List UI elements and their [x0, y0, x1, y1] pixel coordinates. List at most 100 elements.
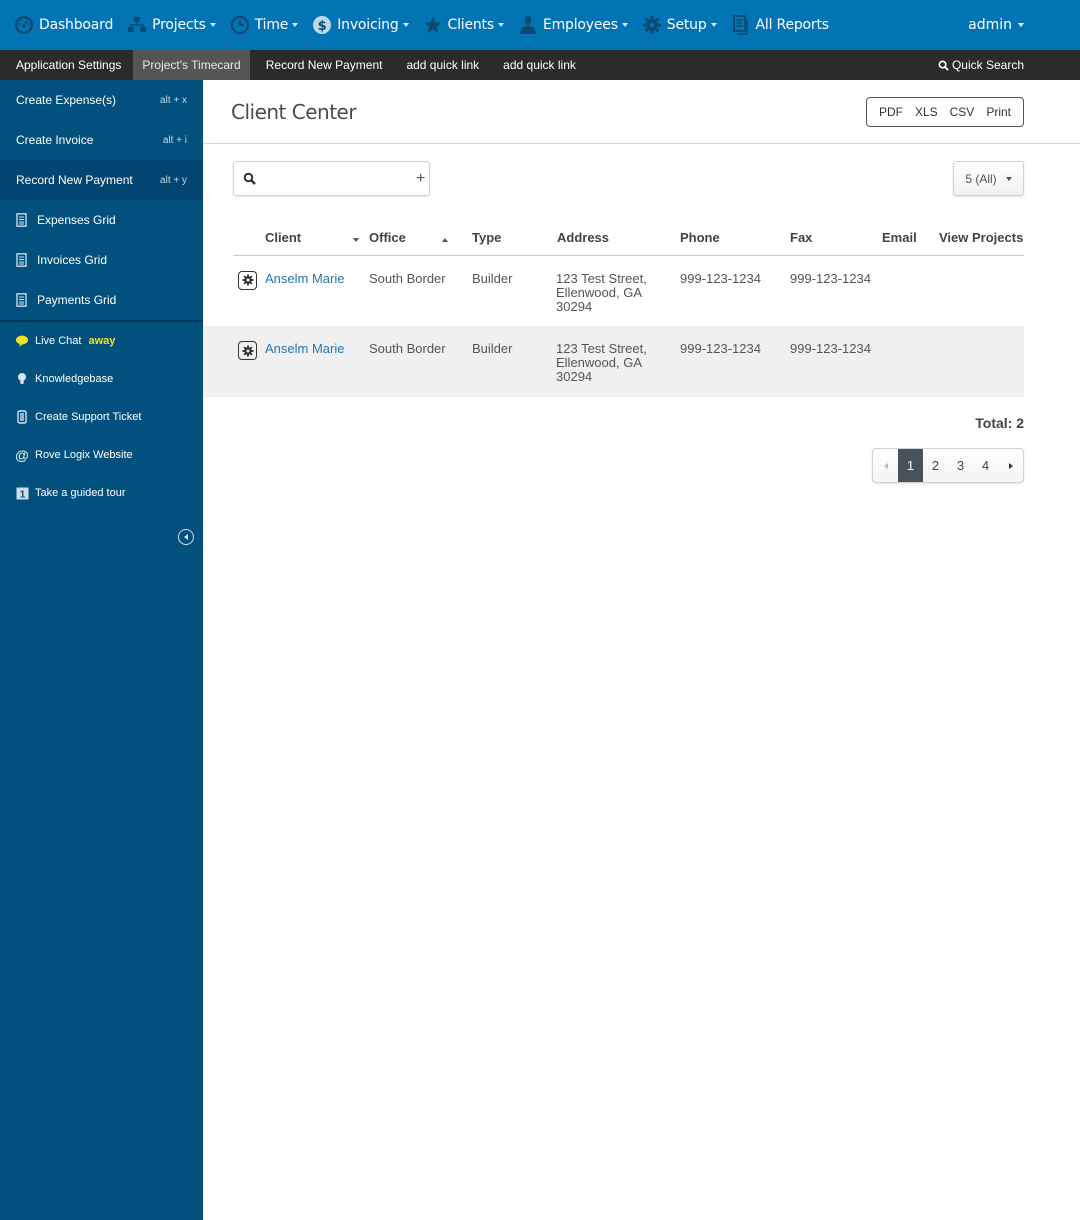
add-client-button[interactable]: + [416, 170, 425, 188]
page-size-value: 5 (All) [965, 171, 997, 186]
nav-all-reports[interactable]: All Reports [731, 15, 829, 35]
total-count: Total: 2 [975, 415, 1024, 431]
client-cell: Anselm Marie [265, 326, 369, 397]
document-icon [16, 293, 28, 307]
add-quick-link-button[interactable]: add quick link [394, 50, 491, 80]
nav-invoicing-label: Invoicing [337, 17, 399, 33]
column-header-office[interactable]: Office [369, 220, 472, 256]
user-menu[interactable]: admin [968, 0, 1024, 50]
svg-text:$: $ [318, 19, 327, 34]
page-size-select[interactable]: 5 (All) [953, 161, 1024, 196]
client-link[interactable]: Anselm Marie [265, 271, 344, 286]
quick-link-application-settings[interactable]: Application Settings [0, 50, 133, 80]
sidebar-invoices-grid[interactable]: Invoices Grid [0, 240, 203, 280]
chevron-down-icon [292, 23, 299, 27]
client-link[interactable]: Anselm Marie [265, 341, 344, 356]
sort-descending-icon [353, 237, 360, 242]
column-header-fax[interactable]: Fax [790, 220, 882, 256]
sidebar-create-invoice[interactable]: Create Invoice alt + i [0, 120, 203, 160]
address-line: 123 Test Street, [556, 270, 647, 286]
nav-projects[interactable]: Projects [127, 15, 216, 35]
page-button[interactable]: 1 [898, 449, 923, 482]
chevron-right-icon [1008, 462, 1013, 469]
column-header-view-projects[interactable]: View Projects [939, 220, 1024, 256]
column-header-email[interactable]: Email [882, 220, 939, 256]
next-page-button[interactable] [998, 449, 1023, 482]
chevron-down-icon [402, 23, 409, 27]
search-icon [938, 60, 949, 71]
quick-link-projects-timecard[interactable]: Project's Timecard [133, 50, 250, 80]
gear-icon [242, 274, 253, 286]
ticket-icon [15, 410, 29, 424]
search-input[interactable] [261, 163, 416, 194]
collapse-sidebar-button[interactable] [178, 529, 194, 545]
sidebar-rove-logix-website[interactable]: @ Rove Logix Website [0, 436, 203, 474]
export-xls-button[interactable]: XLS [909, 105, 944, 119]
row-settings-button[interactable] [238, 270, 257, 290]
chevron-down-icon [621, 23, 628, 27]
export-pdf-button[interactable]: PDF [873, 105, 909, 119]
quick-search-label: Quick Search [951, 58, 1024, 72]
main-content: Client Center PDF XLS CSV Print + 5 (All… [203, 80, 1080, 1220]
client-cell: Anselm Marie [265, 255, 369, 326]
at-sign-icon: @ [15, 447, 29, 463]
sidebar-create-expenses[interactable]: Create Expense(s) alt + x [0, 80, 203, 120]
sort-ascending-icon [441, 237, 448, 242]
document-icon [16, 253, 28, 267]
export-csv-button[interactable]: CSV [944, 105, 981, 119]
quick-search-button[interactable]: Quick Search [938, 50, 1024, 80]
chevron-left-icon [183, 534, 188, 540]
sidebar-live-chat[interactable]: Live Chat away [0, 322, 203, 360]
column-header-type[interactable]: Type [472, 220, 556, 256]
page-button[interactable]: 4 [973, 449, 998, 482]
keyboard-shortcut: alt + y [160, 174, 187, 186]
email-cell [882, 326, 939, 397]
view-projects-cell [939, 255, 1024, 326]
sidebar-create-support-ticket[interactable]: Create Support Ticket [0, 398, 203, 436]
sidebar: Create Expense(s) alt + x Create Invoice… [0, 80, 203, 1220]
nav-invoicing[interactable]: $ Invoicing [312, 15, 409, 35]
sidebar-knowledgebase[interactable]: Knowledgebase [0, 360, 203, 398]
page-button[interactable]: 2 [923, 449, 948, 482]
fax-cell: 999-123-1234 [790, 270, 871, 286]
sidebar-expenses-grid[interactable]: Expenses Grid [0, 200, 203, 240]
clients-table: Client Office Type Address Phone Fax Ema… [203, 220, 1024, 397]
previous-page-button[interactable] [873, 449, 898, 482]
quick-link-record-new-payment[interactable]: Record New Payment [250, 50, 395, 80]
row-spacer [203, 326, 233, 397]
tour-icon: 1 [15, 486, 29, 500]
sidebar-record-new-payment[interactable]: Record New Payment alt + y [0, 160, 203, 200]
page-button[interactable]: 3 [948, 449, 973, 482]
address-cell: 123 Test Street, Ellenwood, GA 30294 [556, 255, 680, 326]
nav-clients[interactable]: Clients [423, 15, 504, 35]
chat-status-badge: away [88, 335, 116, 347]
office-cell: South Border [369, 270, 446, 286]
nav-time[interactable]: Time [230, 15, 299, 35]
sidebar-item-label: Knowledgebase [35, 373, 114, 385]
dollar-icon: $ [312, 15, 332, 35]
nav-dashboard[interactable]: Dashboard [14, 15, 113, 35]
nav-employees[interactable]: Employees [518, 15, 628, 35]
address-line: Ellenwood, GA [556, 355, 642, 370]
address-line: 123 Test Street, [556, 341, 647, 356]
column-header-client[interactable]: Client [265, 220, 369, 256]
nav-employees-label: Employees [542, 17, 618, 33]
nav-setup[interactable]: Setup [642, 15, 717, 35]
sidebar-item-label: Record New Payment [16, 173, 133, 187]
page-title: Client Center [231, 100, 357, 124]
nav-time-label: Time [254, 17, 289, 33]
row-settings-button[interactable] [238, 341, 257, 360]
phone-cell: 999-123-1234 [680, 326, 790, 397]
nav-projects-label: Projects [152, 17, 206, 33]
user-name: admin [968, 17, 1012, 33]
sidebar-payments-grid[interactable]: Payments Grid [0, 280, 203, 320]
keyboard-shortcut: alt + i [162, 134, 187, 146]
search-icon [243, 172, 257, 186]
sidebar-guided-tour[interactable]: 1 Take a guided tour [0, 474, 203, 512]
sitemap-icon [127, 15, 147, 35]
print-button[interactable]: Print [980, 105, 1017, 119]
add-quick-link-button[interactable]: add quick link [491, 50, 588, 80]
column-header-address[interactable]: Address [556, 220, 680, 256]
column-header-phone[interactable]: Phone [680, 220, 790, 256]
table-header-row: Client Office Type Address Phone Fax Ema… [203, 220, 1024, 256]
